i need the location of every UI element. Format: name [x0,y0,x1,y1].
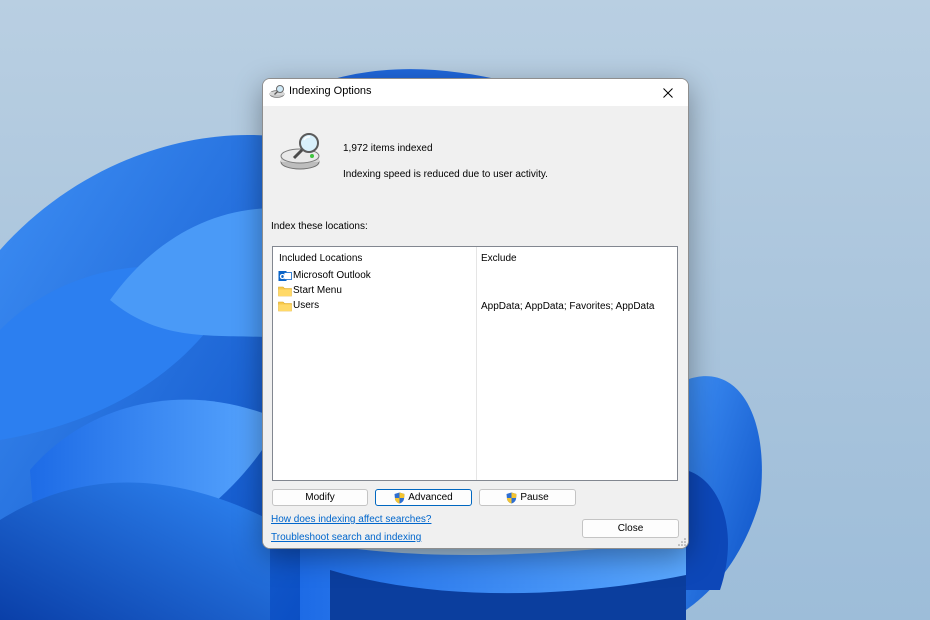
pause-button[interactable]: Pause [479,489,576,506]
list-item-users[interactable]: Users [278,298,319,313]
indexing-status-message: Indexing speed is reduced due to user ac… [343,169,548,180]
resize-grip-icon[interactable] [678,538,686,546]
close-icon [663,87,673,98]
index-locations-label: Index these locations: [271,221,368,232]
exclude-users-value: AppData; AppData; Favorites; AppData [481,301,655,312]
list-item-microsoft-outlook[interactable]: O Microsoft Outlook [278,268,371,283]
locations-list[interactable]: Included Locations Exclude O Microsoft O… [272,246,678,481]
uac-shield-icon [506,492,517,503]
how-indexing-affects-searches-link[interactable]: How does indexing affect searches? [271,514,431,525]
location-label: Users [293,300,320,311]
dialog-title: Indexing Options [289,85,372,97]
troubleshoot-search-link[interactable]: Troubleshoot search and indexing [271,532,421,543]
modify-button-label: Modify [305,492,335,503]
close-window-button[interactable] [648,79,688,106]
indexing-options-dialog: Indexing Options 1,972 items indexed Ind… [262,78,689,549]
indexing-magnifier-icon [280,133,320,170]
column-header-exclude[interactable]: Exclude [481,253,517,264]
location-label: Start Menu [293,285,342,296]
modify-button[interactable]: Modify [272,489,368,506]
folder-icon [278,286,292,296]
outlook-icon: O [278,270,292,281]
advanced-button-label: Advanced [408,492,453,503]
folder-icon [278,301,292,311]
list-item-start-menu[interactable]: Start Menu [278,283,342,298]
column-header-included[interactable]: Included Locations [279,253,362,264]
items-indexed-count: 1,972 items indexed [343,143,433,154]
indexing-drive-icon [269,85,285,98]
close-button[interactable]: Close [582,519,679,538]
advanced-button[interactable]: Advanced [375,489,472,506]
column-divider [476,247,477,480]
title-bar[interactable]: Indexing Options [263,79,688,106]
svg-text:O: O [280,272,286,280]
pause-button-label: Pause [520,492,549,503]
uac-shield-icon [394,492,405,503]
close-button-label: Close [617,523,644,534]
dialog-body: 1,972 items indexed Indexing speed is re… [263,106,688,548]
location-label: Microsoft Outlook [293,270,371,281]
